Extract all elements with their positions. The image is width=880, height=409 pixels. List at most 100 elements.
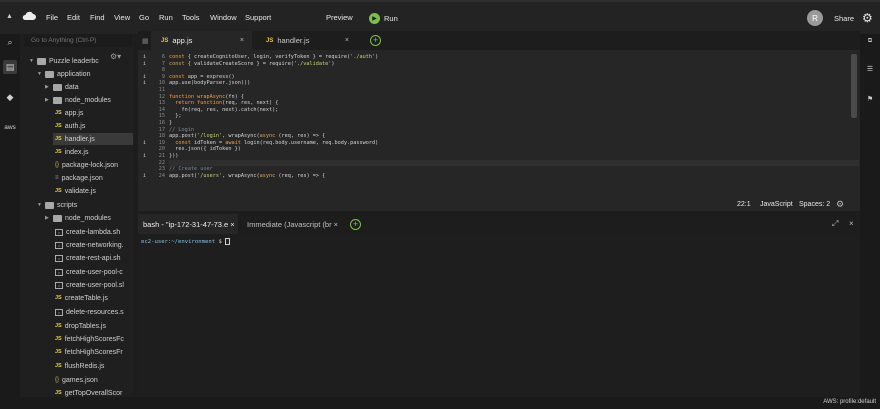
tree-item-node-modules[interactable]: ▶ node_modules [45, 212, 111, 224]
tree-item-create-table[interactable]: JS createTable.js [55, 292, 108, 304]
tree-item-create-user-pool-c[interactable]: > create-user-pool-c [55, 266, 123, 278]
info-icon: i [143, 60, 147, 67]
run-button[interactable]: ▶ Run [369, 11, 398, 25]
tree-item-label: fetchHighScoresFс [64, 335, 124, 343]
js-file-icon: JS [266, 37, 274, 44]
source-control-icon[interactable]: ◆ [3, 90, 17, 104]
menu-view[interactable]: View [114, 13, 130, 22]
line-number: 15 [158, 113, 165, 120]
tree-item-package-json[interactable]: ≡ package.json [55, 172, 103, 184]
tree-item-app-js[interactable]: JS app.js [55, 107, 83, 119]
new-terminal-plus-icon[interactable]: + [350, 219, 361, 230]
terminal-output[interactable]: ec2-user:~/environment $ [138, 234, 860, 397]
tab-label: app.js [172, 36, 193, 45]
cursor-position[interactable]: 22:1 [737, 201, 751, 208]
avatar[interactable]: R [807, 10, 823, 26]
info-icon: i [143, 152, 147, 159]
outline-icon[interactable]: ☰ [864, 65, 876, 73]
js-file-icon: JS [55, 323, 62, 329]
line-gutter: i6 i7 8 i9 i 10 11 12 13 14 15 16 17 18 i… [138, 54, 168, 179]
preview-button[interactable]: Preview [326, 13, 353, 22]
editor-status-bar: 22:1 JavaScript Spaces: 2 ⚙ [138, 198, 860, 211]
new-tab-plus-icon[interactable]: + [370, 35, 381, 46]
close-icon[interactable]: × [230, 220, 234, 229]
tree-item-label: index.js [64, 148, 89, 156]
tree-item-package-lock[interactable]: {} package-lock.json [55, 159, 118, 171]
terminal-tab-bar: bash - "ip-172-31-47-73.e × Immediate (J… [138, 214, 860, 234]
json-file-icon: {} [55, 377, 60, 383]
menu-run[interactable]: Run [159, 13, 173, 22]
line-number: 22 [158, 159, 165, 166]
tree-item-scripts[interactable]: ▼ scripts [37, 199, 77, 211]
tree-item-handler-js[interactable]: JS handler.js [53, 133, 133, 145]
tree-item-label: Puzzle leaderbc [49, 57, 99, 65]
tree-item-application[interactable]: ▼ application [37, 68, 90, 80]
tree-item-create-user-pool[interactable]: > create-user-pool.sl [55, 279, 124, 291]
line-number: 17 [158, 126, 165, 133]
tree-item-create-networking[interactable]: > create-networking. [55, 239, 124, 251]
tab-bash-terminal[interactable]: bash - "ip-172-31-47-73.e × [138, 214, 238, 234]
code-content[interactable]: const { createCognitoUser, login, verify… [169, 54, 859, 179]
collaborate-icon[interactable]: ⧉ [864, 38, 876, 45]
menu-window[interactable]: Window [210, 13, 237, 22]
line-number: i9 [143, 73, 165, 80]
tree-item-fetch-high-scores-1[interactable]: JS fetchHighScoresFс [55, 333, 124, 345]
preferences-gear-icon[interactable]: ⚙ [862, 11, 873, 25]
menu-file[interactable]: File [46, 13, 58, 22]
editor-scrollbar[interactable] [851, 54, 857, 118]
environment-folder-icon[interactable]: ▤ [3, 60, 17, 74]
tree-item-flush-redis[interactable]: JS flushRedis.js [55, 360, 104, 372]
folder-icon [45, 70, 54, 78]
close-panel-icon[interactable]: × [849, 219, 854, 228]
tree-settings-gear-icon[interactable]: ⚙▾ [110, 52, 121, 61]
terminal-cursor [225, 238, 231, 245]
indent-setting[interactable]: Spaces: 2 [799, 201, 830, 208]
close-icon[interactable]: × [240, 37, 244, 44]
tree-item-label: validate.js [64, 187, 96, 195]
tree-item-node-modules[interactable]: ▶ node_modules [45, 94, 111, 106]
js-file-icon: JS [55, 390, 62, 396]
tab-handler-js[interactable]: JS handler.js × [256, 31, 357, 50]
tree-item-label: create-networking. [66, 241, 124, 249]
menu-tools[interactable]: Tools [182, 13, 200, 22]
tree-item-index-js[interactable]: JS index.js [55, 146, 88, 158]
tree-item-root[interactable]: ▼ Puzzle leaderbc [29, 55, 99, 67]
share-button[interactable]: Share [834, 14, 854, 23]
tree-item-fetch-high-scores-2[interactable]: JS fetchHighScoresFr [55, 346, 123, 358]
tree-item-games-json[interactable]: {} games.json [55, 374, 98, 386]
tree-item-drop-tables[interactable]: JS dropTables.js [55, 320, 106, 332]
pane-menu-icon[interactable]: ▦ [142, 37, 149, 45]
tree-item-data[interactable]: ▶ data [45, 81, 79, 93]
menubar: ▲ File Edit Find View Go Run Tools Windo… [0, 0, 880, 34]
tree-item-create-rest-api[interactable]: > create-rest-api.sh [55, 252, 120, 264]
menu-go[interactable]: Go [139, 13, 149, 22]
text-file-icon: ≡ [55, 175, 59, 181]
code-editor[interactable]: i6 i7 8 i9 i 10 11 12 13 14 15 16 17 18 i… [138, 50, 860, 211]
goto-anything-input[interactable] [24, 34, 132, 47]
tab-app-js[interactable]: JS app.js × [151, 31, 252, 50]
cloud9-logo-icon[interactable] [22, 11, 36, 21]
close-icon[interactable]: × [334, 220, 338, 229]
debugger-icon[interactable]: ⚑ [864, 95, 876, 103]
tree-item-validate-js[interactable]: JS validate.js [55, 185, 96, 197]
shell-file-icon: > [55, 241, 63, 249]
aws-profile-status[interactable]: AWS: profile:default [823, 399, 876, 405]
aws-icon[interactable]: aws [3, 120, 17, 134]
line-number: 8 [161, 67, 165, 74]
tree-item-delete-resources[interactable]: > delete-resources.s [55, 306, 124, 318]
menu-find[interactable]: Find [90, 13, 105, 22]
js-file-icon: JS [55, 363, 62, 369]
close-icon[interactable]: × [345, 37, 349, 44]
editor-settings-gear-icon[interactable]: ⚙ [836, 199, 844, 210]
search-icon[interactable]: ⌕ [3, 35, 17, 49]
tree-item-auth-js[interactable]: JS auth.js [55, 120, 85, 132]
tree-item-label: data [65, 83, 79, 91]
collapse-menu-icon[interactable]: ▲ [6, 13, 13, 20]
menu-edit[interactable]: Edit [67, 13, 80, 22]
menu-support[interactable]: Support [245, 13, 271, 22]
language-mode[interactable]: JavaScript [760, 201, 793, 208]
tab-immediate[interactable]: Immediate (Javascript (br × [243, 214, 363, 234]
tree-item-create-lambda[interactable]: > create-lambda.sh [55, 226, 120, 238]
line-number: i 21 [143, 152, 165, 159]
maximize-icon[interactable]: ⤢ [832, 219, 838, 229]
